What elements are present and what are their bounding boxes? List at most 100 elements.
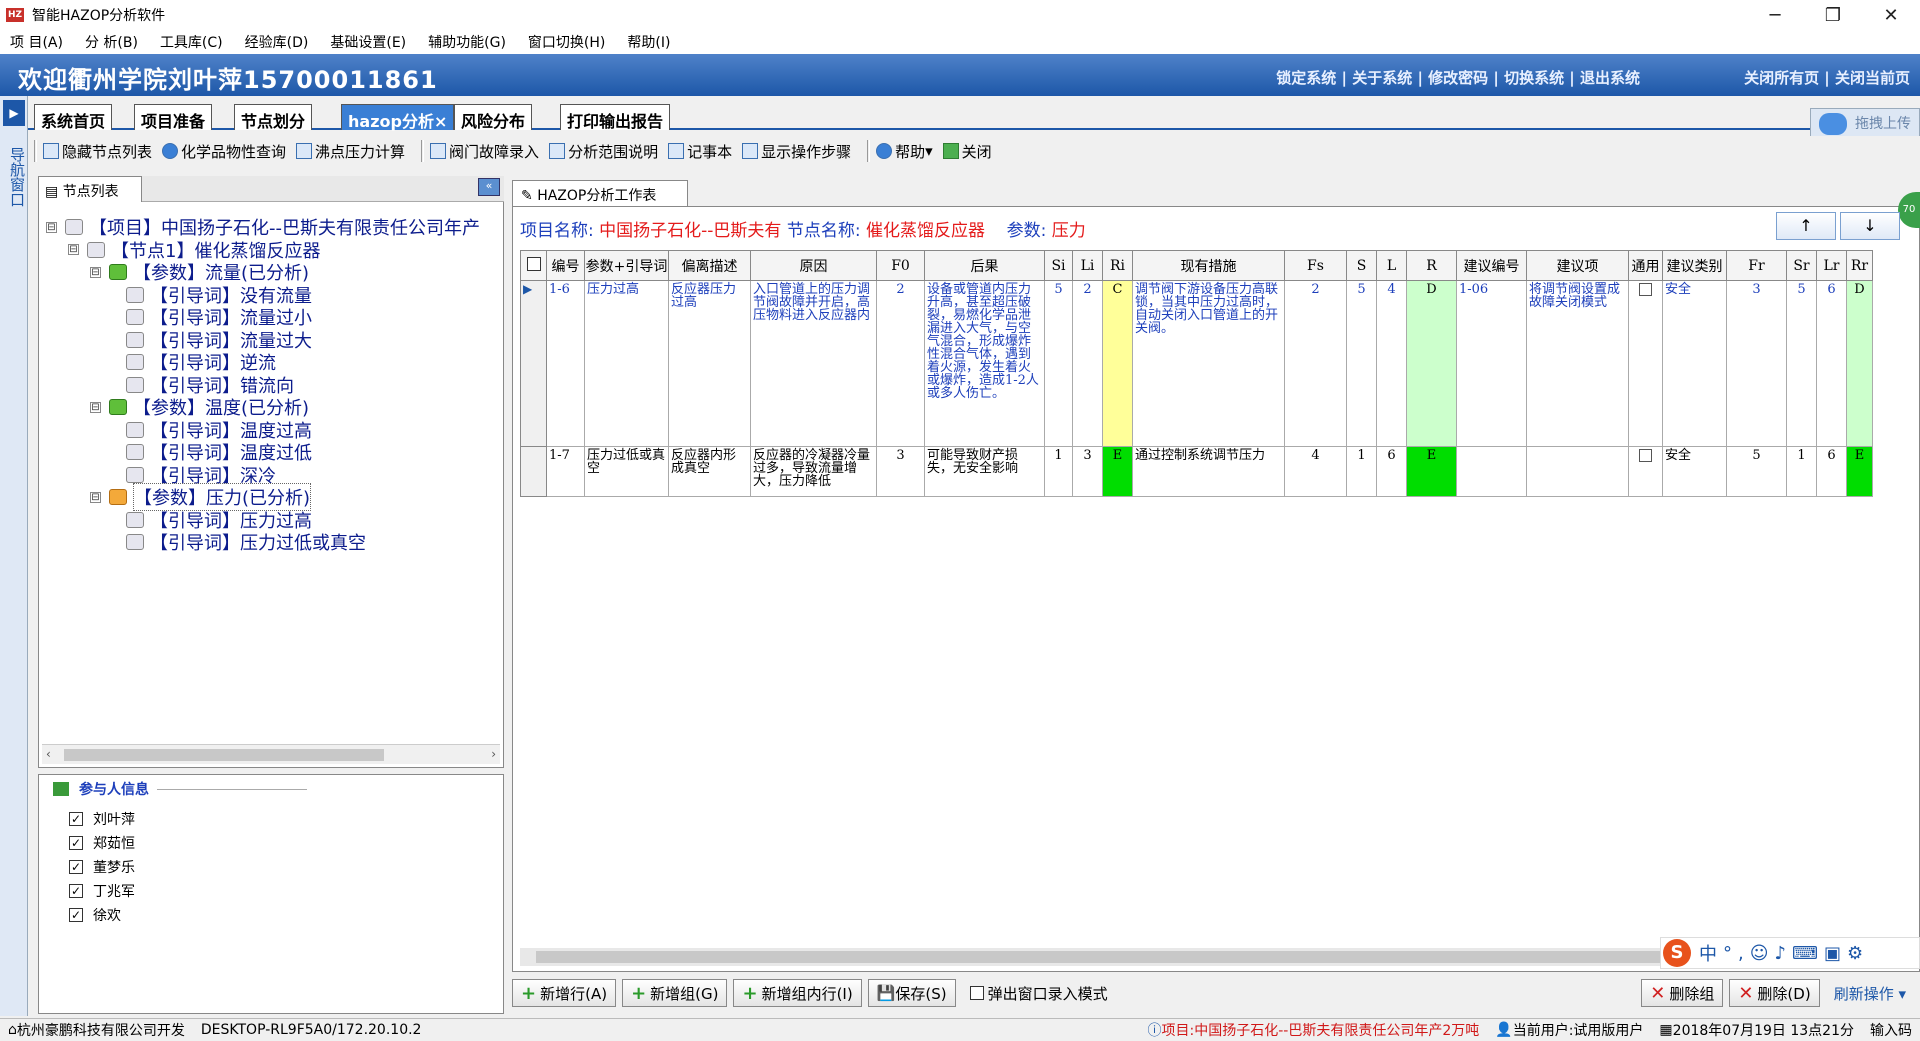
column-header[interactable]: 编号 [546,250,585,281]
cell-category[interactable]: 安全 [1662,446,1727,497]
column-header[interactable]: 原因 [750,250,877,281]
cell-measure[interactable]: 通过控制系统调节压力 [1132,446,1285,497]
cell-ri[interactable]: E [1102,446,1133,497]
menu-help[interactable]: 帮助(I) [627,32,670,52]
column-header[interactable]: Ri [1102,250,1133,281]
expand-collapse-icon[interactable]: ⊟ [90,266,101,278]
cell-cause[interactable]: 反应器的冷凝器冷量过多，导致流量增大，压力降低 [750,446,877,497]
column-header[interactable]: 通用 [1628,250,1663,281]
tab-project-prep[interactable]: 项目准备 [134,104,213,131]
select-all-header[interactable] [520,250,547,281]
menu-tools[interactable]: 工具库(C) [160,32,223,52]
cell-suggestion[interactable] [1526,446,1629,497]
column-header[interactable]: 现有措施 [1132,250,1285,281]
close-button[interactable]: 关闭 [942,141,992,162]
table-row[interactable]: ▶ 1-6 压力过高 反应器压力过高 入口管道上的压力调节阀故障并开启，高压物料进入反应… [520,280,1873,447]
scroll-right-icon[interactable]: › [491,747,496,761]
tab-close-icon[interactable]: × [434,112,447,131]
table-row[interactable]: 1-7 压力过低或真空 反应器内形成真空 反应器的冷凝器冷量过多，导致流量增大，压力降… [520,446,1873,497]
node-list-tab[interactable]: ▤ 节点列表 [38,176,142,202]
scope-description-button[interactable]: 分析范围说明 [549,141,658,162]
column-header[interactable]: Fs [1284,250,1347,281]
participant-item[interactable]: ✓ 郑茹恒 [69,833,135,853]
cell-id[interactable]: 1-6 [546,280,585,447]
general-checkbox[interactable] [1639,449,1652,462]
ime-toolbar[interactable]: S 中 °,☺♪⌨▣⚙ [1660,937,1920,969]
cell-category[interactable]: 安全 [1662,280,1727,447]
checkbox[interactable]: ✓ [69,860,83,874]
cell-sr[interactable]: 1 [1786,446,1817,497]
cell-si[interactable]: 1 [1044,446,1073,497]
cell-fs[interactable]: 4 [1284,446,1347,497]
help-button[interactable]: 帮助 ▾ [876,141,933,162]
tab-print-report[interactable]: 打印输出报告 [560,104,671,131]
collapse-panel-icon[interactable]: « [478,178,500,196]
tab-home[interactable]: 系统首页 [34,104,113,131]
cell-s[interactable]: 5 [1346,280,1377,447]
menu-aux[interactable]: 辅助功能(G) [428,32,506,52]
cell-l[interactable]: 4 [1376,280,1407,447]
column-header[interactable]: Li [1072,250,1103,281]
cell-id[interactable]: 1-7 [546,446,585,497]
maximize-button[interactable]: ❐ [1804,0,1862,30]
valve-fault-button[interactable]: 阀门故障录入 [430,141,539,162]
delete-group-button[interactable]: ✕ 删除组 [1641,979,1724,1007]
cell-consequence[interactable]: 可能导致财产损失，无安全影响 [924,446,1045,497]
ime-lang[interactable]: 中 [1699,940,1717,966]
cell-general[interactable] [1628,280,1663,447]
navigation-strip[interactable]: ▶ 导航窗口 [0,96,28,1016]
boiling-pressure-button[interactable]: 沸点压力计算 [296,141,405,162]
participant-item[interactable]: ✓ 董梦乐 [69,857,135,877]
menu-window[interactable]: 窗口切换(H) [528,32,605,52]
column-header[interactable]: Lr [1816,250,1847,281]
participant-item[interactable]: ✓ 丁兆军 [69,881,135,901]
cell-si[interactable]: 5 [1044,280,1073,447]
cell-general[interactable] [1628,446,1663,497]
participant-item[interactable]: ✓ 刘叶萍 [69,809,135,829]
delete-button[interactable]: ✕ 删除(D) [1729,979,1820,1007]
cell-fs[interactable]: 2 [1284,280,1347,447]
checkbox[interactable]: ✓ [69,908,83,922]
minimize-button[interactable]: ─ [1746,0,1804,30]
column-header[interactable]: Sr [1786,250,1817,281]
cell-fr[interactable]: 3 [1726,280,1787,447]
cell-lr[interactable]: 6 [1816,446,1847,497]
add-in-group-row-button[interactable]: + 新增组内行(I) [733,979,862,1007]
column-header[interactable]: Si [1044,250,1073,281]
column-header[interactable]: 后果 [924,250,1045,281]
cell-li[interactable]: 2 [1072,280,1103,447]
notepad-button[interactable]: 记事本 [668,141,732,162]
worksheet-tab[interactable]: ✎ HAZOP分析工作表 [512,180,688,206]
expand-collapse-icon[interactable]: ⊟ [90,491,101,503]
column-header[interactable]: 建议编号 [1456,250,1527,281]
close-window-button[interactable]: ✕ [1862,0,1920,30]
scroll-thumb[interactable] [64,749,384,761]
cell-suggestion[interactable]: 将调节阀设置成故障关闭模式 [1526,280,1629,447]
refresh-dropdown[interactable]: 刷新操作 ▾ [1834,983,1906,1004]
column-header[interactable]: S [1346,250,1377,281]
cell-consequence[interactable]: 设备或管道内压力升高，甚至超压破裂，易燃化学品泄漏进入大气，与空气混合，形成爆炸… [924,280,1045,447]
row-selector[interactable]: ▶ [520,280,547,447]
cell-param[interactable]: 压力过高 [584,280,669,447]
cell-fr[interactable]: 5 [1726,446,1787,497]
cell-lr[interactable]: 6 [1816,280,1847,447]
menu-analysis[interactable]: 分 析(B) [85,32,138,52]
page-links[interactable]: 关闭所有页 | 关闭当前页 [1744,67,1910,88]
cell-rr[interactable]: E [1846,446,1873,497]
checkbox[interactable]: ✓ [69,812,83,826]
cell-param[interactable]: 压力过低或真空 [584,446,669,497]
column-header[interactable]: F0 [876,250,925,281]
cell-desc[interactable]: 反应器内形成真空 [668,446,751,497]
column-header[interactable]: R [1406,250,1457,281]
tab-risk-distribution[interactable]: 风险分布 [454,104,533,131]
tree-node[interactable]: 【引导词】压力过低或真空 [126,529,366,555]
menu-project[interactable]: 项 目(A) [10,32,63,52]
grid-scroll-thumb[interactable] [536,951,1666,963]
general-checkbox[interactable] [1639,283,1652,296]
tree-horizontal-scrollbar[interactable]: ‹ › [42,744,500,764]
checkbox[interactable] [526,256,541,271]
cell-sug-id[interactable] [1456,446,1527,497]
cell-ri[interactable]: C [1102,280,1133,447]
cell-measure[interactable]: 调节阀下游设备压力高联锁，当其中压力过高时，自动关闭入口管道上的开关阀。 [1132,280,1285,447]
save-button[interactable]: 💾 保存(S) [867,979,956,1007]
